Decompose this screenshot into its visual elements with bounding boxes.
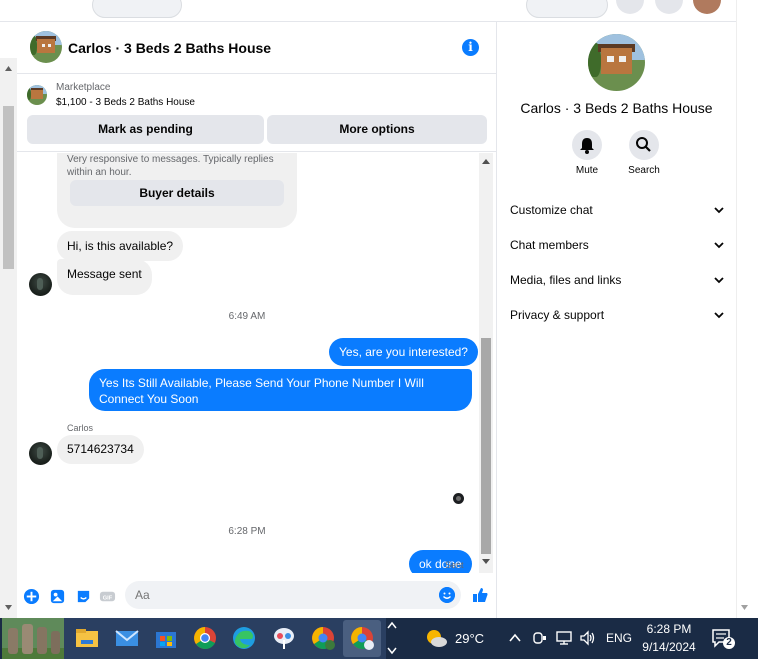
nav-tab-pill[interactable] [92,0,182,18]
browser-window: Carlos · 3 Beds 2 Baths House i Marketpl… [0,0,758,659]
listing-avatar[interactable] [30,31,62,63]
marketplace-bar: Marketplace $1,100 - 3 Beds 2 Baths Hous… [17,75,497,152]
message-in: Hi, is this available? [57,231,184,261]
gif-icon[interactable]: GIF [99,588,116,605]
chat-title[interactable]: Carlos · 3 Beds 2 Baths House [68,40,271,56]
buyer-info-card: Very responsive to messages. Typically r… [57,153,297,228]
taskbar: 29°C ENG 6:28 PM 9/14/2024 2 [0,618,758,659]
message-in: Message sent [57,259,152,295]
chevron-down-icon [714,277,724,284]
chat-header: Carlos · 3 Beds 2 Baths House i [17,22,497,74]
chrome-active-icon[interactable] [348,624,376,652]
conversation-details-panel: Carlos · 3 Beds 2 Baths House Mute Searc… [497,22,736,618]
volume-icon[interactable] [579,630,597,646]
right-scroll-arrow-icon [741,605,748,610]
chrome-icon[interactable] [191,624,219,652]
nav-menu-icon[interactable] [616,0,644,14]
section-label: Customize chat [510,203,593,217]
camera-mic-icon[interactable] [531,630,547,646]
mute-button[interactable] [572,130,602,160]
svg-text:GIF: GIF [103,595,113,601]
section-label: Chat members [510,238,589,252]
media-files-links-row[interactable]: Media, files and links [510,265,724,295]
search-icon [636,137,651,152]
more-options-button[interactable]: More options [267,115,487,144]
top-nav-strip [0,0,758,22]
chat-scrollbar[interactable] [479,153,493,573]
message-out: Yes Its Still Available, Please Send You… [89,369,472,411]
photo-icon[interactable] [49,588,66,605]
sent-status: Sent [445,560,464,570]
clock-time[interactable]: 6:28 PM [640,622,698,636]
snipping-tool-icon[interactable] [270,624,298,652]
weather-icon[interactable] [423,627,449,649]
mute-label: Mute [575,165,599,176]
message-list: Very responsive to messages. Typically r… [17,153,497,573]
mail-icon[interactable] [113,624,141,652]
info-icon[interactable]: i [462,39,479,56]
chrome-profile-icon[interactable] [309,624,337,652]
edge-icon[interactable] [230,624,258,652]
store-icon[interactable] [152,624,180,652]
mark-pending-button[interactable]: Mark as pending [27,115,264,144]
message-out: Yes, are you interested? [329,338,478,366]
timestamp: 6:28 PM [228,526,266,537]
nav-search-pill[interactable] [526,0,608,18]
bell-icon [580,138,594,154]
chevron-down-icon [714,312,724,319]
responsiveness-text: Very responsive to messages. Typically r… [67,154,274,178]
seen-receipt-icon [453,493,464,504]
chevron-down-icon [714,242,724,249]
sender-avatar[interactable] [29,273,52,296]
chat-panel: Carlos · 3 Beds 2 Baths House i Marketpl… [17,22,497,618]
language-indicator[interactable]: ENG [606,631,632,645]
emoji-icon[interactable] [439,587,455,603]
chevron-up-icon[interactable] [508,630,522,646]
sender-avatar[interactable] [29,442,52,465]
thumbs-up-icon[interactable] [471,586,489,604]
buyer-details-button[interactable]: Buyer details [70,180,284,206]
sender-name: Carlos [67,423,94,433]
file-explorer-icon[interactable] [73,624,101,652]
clock-date[interactable]: 9/14/2024 [640,640,698,654]
widgets-moai-icon[interactable] [2,618,64,659]
section-label: Media, files and links [510,273,622,287]
listing-price[interactable]: $1,100 - 3 Beds 2 Baths House [56,97,195,108]
temperature[interactable]: 29°C [455,631,484,646]
right-page-scrollbar[interactable] [736,0,758,618]
section-label: Privacy & support [510,308,605,322]
sticker-icon[interactable] [75,588,92,605]
chat-members-row[interactable]: Chat members [510,230,724,260]
search-button[interactable] [629,130,659,160]
marketplace-label: Marketplace [56,82,111,93]
composer: GIF [17,578,497,618]
chat-scrollbar-thumb[interactable] [481,338,491,554]
page-scrollbar[interactable] [0,58,17,618]
chevron-down-icon [714,207,724,214]
notification-badge: 2 [726,637,732,648]
taskbar-scroll-arrows-icon[interactable] [386,618,398,659]
side-listing-avatar[interactable] [588,34,645,91]
network-icon[interactable] [555,630,573,646]
search-label: Search [628,165,660,176]
customize-chat-row[interactable]: Customize chat [510,195,724,225]
privacy-support-row[interactable]: Privacy & support [510,300,724,330]
message-input[interactable] [135,586,415,604]
side-title: Carlos · 3 Beds 2 Baths House [520,100,713,116]
listing-thumbnail[interactable] [27,85,47,105]
nav-notifications-icon[interactable] [655,0,683,14]
page-scrollbar-thumb[interactable] [3,106,14,269]
timestamp: 6:49 AM [228,311,266,322]
profile-avatar[interactable] [693,0,721,14]
message-input-box[interactable] [125,581,461,609]
message-in: 5714623734 [57,435,144,464]
plus-icon[interactable] [23,588,40,605]
